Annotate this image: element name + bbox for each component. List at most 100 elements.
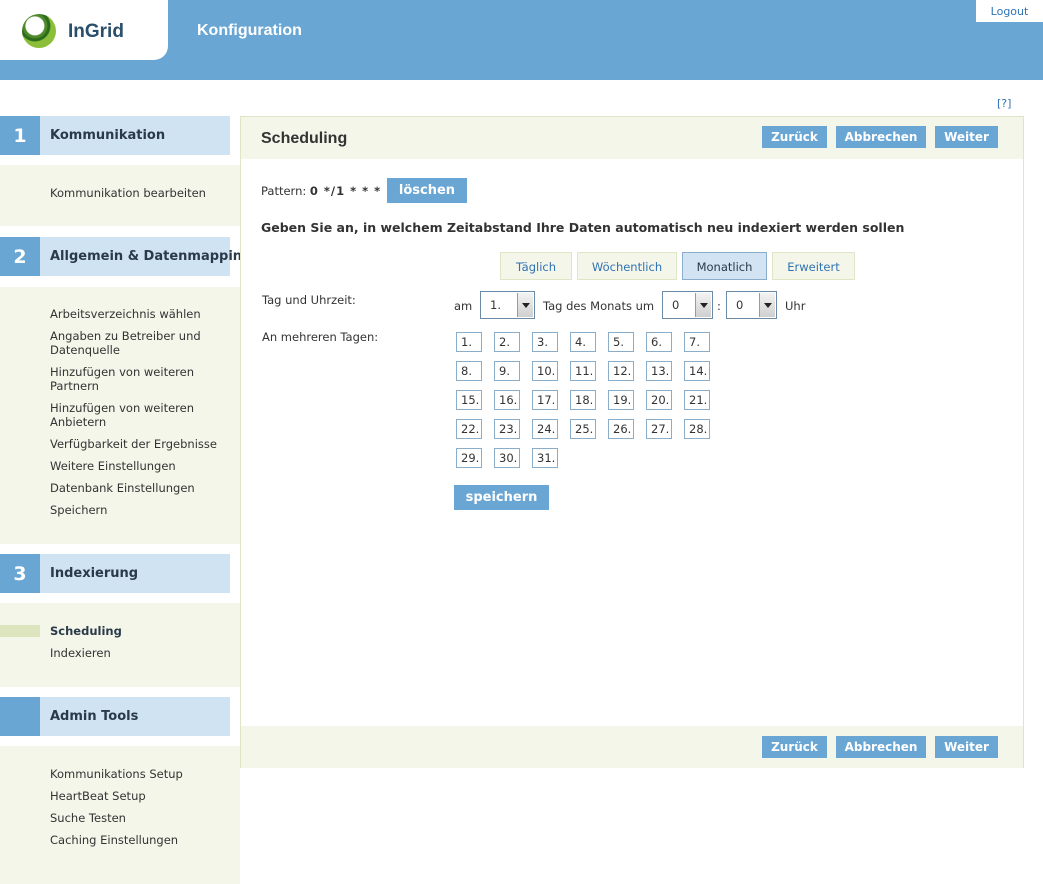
pattern-row: Pattern: 0 */1 * * * [261,184,381,198]
tab-erweitert[interactable]: Erweitert [772,252,855,280]
minute-select[interactable]: 0 [726,291,777,319]
day-of-month-label: Tag des Monats um [543,299,655,313]
sidebar-section-admin-tools: Admin Tools [0,697,230,736]
panel-header: Scheduling Zurück Abbrechen Weiter [241,117,1023,159]
pattern-value: 0 */1 * * * [309,184,382,198]
day-option[interactable]: 26. [608,419,634,439]
save-button[interactable]: speichern [454,485,549,510]
sidebar-item-verfuegbarkeit[interactable]: Verfügbarkeit der Ergebnisse [50,437,230,451]
section-body: Kommunikations Setup HeartBeat Setup Suc… [0,746,240,884]
day-option[interactable]: 6. [646,332,672,352]
sidebar-item-scheduling[interactable]: Scheduling [50,624,230,638]
day-option[interactable]: 30. [494,448,520,468]
next-button[interactable]: Weiter [935,126,998,148]
back-button[interactable]: Zurück [762,126,827,148]
tab-taeglich[interactable]: Täglich [500,252,572,280]
sidebar-item-betreiber[interactable]: Angaben zu Betreiber und Datenquelle [50,329,215,357]
day-option[interactable]: 24. [532,419,558,439]
back-button[interactable]: Zurück [762,736,827,758]
chevron-down-icon [695,293,711,317]
section-body: Arbeitsverzeichnis wählen Angaben zu Bet… [0,287,240,544]
day-option[interactable]: 25. [570,419,596,439]
next-button[interactable]: Weiter [935,736,998,758]
day-option[interactable]: 2. [494,332,520,352]
day-option[interactable]: 12. [608,361,634,381]
sidebar-section-indexierung: 3 Indexierung [0,554,230,593]
pattern-label: Pattern: [261,184,307,198]
sidebar-item-kommunikation-bearbeiten[interactable]: Kommunikation bearbeiten [50,186,230,200]
instruction-text: Geben Sie an, in welchem Zeitabstand Ihr… [261,220,905,235]
sidebar-item-arbeitsverzeichnis[interactable]: Arbeitsverzeichnis wählen [50,307,230,321]
panel-footer: Zurück Abbrechen Weiter [241,726,1023,768]
day-option[interactable]: 1. [456,332,482,352]
am-label: am [454,299,473,313]
day-of-month-value: 1. [490,298,501,312]
tab-woechentlich[interactable]: Wöchentlich [577,252,677,280]
section-number [0,697,40,736]
day-option[interactable]: 23. [494,419,520,439]
section-title: Indexierung [50,566,139,581]
sidebar-item-partner[interactable]: Hinzufügen von weiteren Partnern [50,365,215,393]
multi-days-label: An mehreren Tagen: [262,330,379,344]
day-option[interactable]: 16. [494,390,520,410]
logo: InGrid [0,0,168,60]
day-option[interactable]: 15. [456,390,482,410]
day-option[interactable]: 20. [646,390,672,410]
sidebar-item-datenbank[interactable]: Datenbank Einstellungen [50,481,230,495]
day-option[interactable]: 19. [608,390,634,410]
tab-monatlich[interactable]: Monatlich [682,252,767,280]
sidebar-section-allgemein: 2 Allgemein & Datenmapping [0,237,251,276]
ingrid-logo-icon [22,14,56,48]
sidebar-section-kommunikation: 1 Kommunikation [0,116,230,155]
hour-value: 0 [672,298,680,312]
day-option[interactable]: 28. [684,419,710,439]
day-option[interactable]: 10. [532,361,558,381]
day-option[interactable]: 17. [532,390,558,410]
section-body: Kommunikation bearbeiten [0,165,240,226]
scheduling-panel: Scheduling Zurück Abbrechen Weiter Patte… [240,116,1024,768]
minute-value: 0 [736,298,744,312]
day-option[interactable]: 4. [570,332,596,352]
help-link[interactable]: [?] [997,97,1011,110]
logout-link[interactable]: Logout [976,0,1043,22]
hour-select[interactable]: 0 [662,291,713,319]
day-option[interactable]: 31. [532,448,558,468]
day-option[interactable]: 21. [684,390,710,410]
cancel-button[interactable]: Abbrechen [836,126,926,148]
section-title: Admin Tools [50,709,139,724]
uhr-label: Uhr [785,299,806,313]
day-of-month-select[interactable]: 1. [480,291,535,319]
time-row-label: Tag und Uhrzeit: [262,293,356,307]
section-body: Scheduling Indexieren [0,603,240,687]
sidebar-item-indexieren[interactable]: Indexieren [50,646,230,660]
day-option[interactable]: 22. [456,419,482,439]
day-option[interactable]: 3. [532,332,558,352]
logo-text: InGrid [68,21,124,42]
section-title: Allgemein & Datenmapping [50,249,252,264]
day-option[interactable]: 8. [456,361,482,381]
day-option[interactable]: 7. [684,332,710,352]
day-option[interactable]: 5. [608,332,634,352]
sidebar-item-anbieter[interactable]: Hinzufügen von weiteren Anbietern [50,401,215,429]
day-option[interactable]: 29. [456,448,482,468]
sidebar-item-weitere-einstellungen[interactable]: Weitere Einstellungen [50,459,230,473]
cancel-button[interactable]: Abbrechen [836,736,926,758]
day-option[interactable]: 27. [646,419,672,439]
section-number: 1 [0,116,40,155]
page-title: Scheduling [261,130,348,147]
active-indicator [0,625,40,637]
sidebar-item-speichern[interactable]: Speichern [50,503,230,517]
time-separator: : [717,299,721,313]
sidebar-item-heartbeat-setup[interactable]: HeartBeat Setup [50,789,230,803]
day-option[interactable]: 9. [494,361,520,381]
day-option[interactable]: 18. [570,390,596,410]
sidebar-item-suche-testen[interactable]: Suche Testen [50,811,230,825]
day-option[interactable]: 14. [684,361,710,381]
day-option[interactable]: 13. [646,361,672,381]
day-option[interactable]: 11. [570,361,596,381]
sidebar-item-caching[interactable]: Caching Einstellungen [50,833,230,847]
delete-pattern-button[interactable]: löschen [387,178,467,203]
chevron-down-icon [759,293,775,317]
section-number: 3 [0,554,40,593]
sidebar-item-kommunikations-setup[interactable]: Kommunikations Setup [50,767,230,781]
